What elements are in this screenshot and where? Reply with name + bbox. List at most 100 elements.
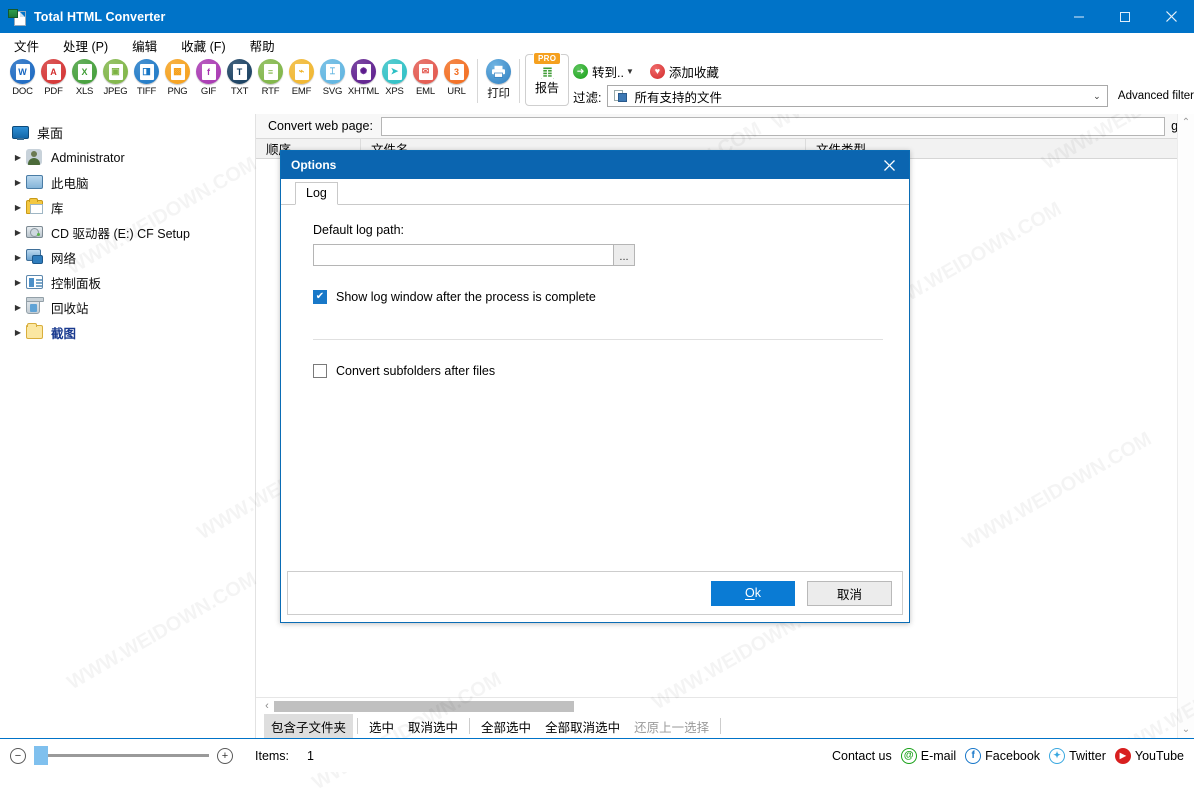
convert-to-gif[interactable]: f GIF bbox=[193, 57, 224, 97]
ok-button[interactable]: Ok bbox=[711, 580, 795, 606]
dialog-tab-log[interactable]: Log bbox=[295, 182, 338, 205]
convert-to-svg[interactable]: ⌶ SVG bbox=[317, 57, 348, 97]
expand-arrow-icon[interactable]: ▶ bbox=[10, 228, 26, 237]
twitter-icon: ✦ bbox=[1049, 747, 1066, 764]
zoom-slider-thumb[interactable] bbox=[34, 746, 48, 765]
minimize-button[interactable] bbox=[1056, 0, 1102, 33]
dialog-divider bbox=[313, 339, 883, 340]
convert-to-jpeg[interactable]: ▣ JPEG bbox=[100, 57, 131, 97]
browse-log-path-button[interactable]: ... bbox=[613, 244, 635, 266]
goto-button[interactable]: ➜ 转到.. ▼ bbox=[573, 62, 634, 81]
toolbar-separator-1 bbox=[477, 59, 478, 103]
report-label: 报告 bbox=[534, 81, 559, 95]
tree-item-cd-drive[interactable]: ▶ CD 驱动器 (E:) CF Setup bbox=[0, 220, 255, 245]
expand-arrow-icon[interactable]: ▶ bbox=[10, 278, 26, 287]
cancel-button[interactable]: 取消 bbox=[807, 580, 892, 606]
folder-tree-sidebar: 桌面 ▶ Administrator ▶ 此电脑 ▶ 库 ▶ CD 驱动器 (E:) CF Se… bbox=[0, 114, 256, 738]
menu-favorites[interactable]: 收藏 (F) bbox=[179, 34, 227, 57]
select-all-button[interactable]: 全部选中 bbox=[474, 714, 538, 739]
zoom-in-button[interactable]: + bbox=[217, 747, 233, 764]
zoom-slider[interactable] bbox=[34, 746, 209, 765]
hscroll-track[interactable] bbox=[274, 700, 1176, 712]
scroll-up-icon[interactable]: ⌃ bbox=[1182, 117, 1190, 128]
convert-to-doc[interactable]: W DOC bbox=[7, 57, 38, 97]
add-favorite-button[interactable]: ♥ 添加收藏 bbox=[649, 62, 719, 81]
convert-to-url[interactable]: 3 URL bbox=[441, 57, 472, 97]
show-log-window-checkbox[interactable] bbox=[313, 290, 327, 304]
menu-edit[interactable]: 编辑 bbox=[130, 34, 159, 57]
expand-arrow-icon[interactable]: ▶ bbox=[10, 253, 26, 262]
restore-previous-selection-button[interactable]: 还原上一选择 bbox=[627, 714, 716, 739]
deselect-button[interactable]: 取消选中 bbox=[401, 714, 465, 739]
vertical-scrollbar[interactable]: ⌃ ⌄ bbox=[1177, 114, 1194, 738]
dialog-body: Default log path: ... Show log window af… bbox=[281, 205, 909, 571]
convert-to-xls[interactable]: X XLS bbox=[69, 57, 100, 97]
email-link[interactable]: @ E-mail bbox=[900, 747, 956, 764]
tree-item-control-panel[interactable]: ▶ 控制面板 bbox=[0, 270, 255, 295]
convert-subfolders-checkbox[interactable] bbox=[313, 364, 327, 378]
show-log-window-label: Show log window after the process is com… bbox=[336, 290, 596, 304]
close-button[interactable] bbox=[1148, 0, 1194, 33]
tree-item-recycle-bin[interactable]: ▶ 回收站 bbox=[0, 295, 255, 320]
convert-web-page-input[interactable] bbox=[380, 116, 1166, 136]
format-glyph: ≡ bbox=[263, 63, 278, 80]
tree-item-this-pc[interactable]: ▶ 此电脑 bbox=[0, 170, 255, 195]
tree-item-library[interactable]: ▶ 库 bbox=[0, 195, 255, 220]
social-links: Contact us @ E-mail f Facebook ✦ Twitter… bbox=[832, 747, 1184, 764]
filter-label: 过滤: bbox=[573, 90, 602, 105]
expand-arrow-icon[interactable]: ▶ bbox=[10, 328, 26, 337]
tree-item-screenshots[interactable]: ▶ 截图 bbox=[0, 320, 255, 345]
convert-subfolders-label: Convert subfolders after files bbox=[336, 364, 496, 378]
convert-to-pdf[interactable]: A PDF bbox=[38, 57, 69, 97]
tree-item-desktop[interactable]: 桌面 bbox=[0, 120, 255, 145]
format-glyph: A bbox=[46, 63, 61, 80]
convert-to-png[interactable]: ▩ PNG bbox=[162, 57, 193, 97]
select-button[interactable]: 选中 bbox=[362, 714, 401, 739]
convert-subfolders-row[interactable]: Convert subfolders after files bbox=[313, 364, 883, 378]
file-filter-icon bbox=[614, 89, 628, 103]
convert-to-png-icon: ▩ bbox=[165, 59, 190, 84]
hscroll-thumb[interactable] bbox=[274, 700, 574, 712]
menu-process[interactable]: 处理 (P) bbox=[61, 34, 110, 57]
convert-to-tiff[interactable]: ◨ TIFF bbox=[131, 57, 162, 97]
filter-dropdown[interactable]: 所有支持的文件 ⌄ bbox=[607, 85, 1108, 107]
maximize-button[interactable] bbox=[1102, 0, 1148, 33]
log-path-input[interactable] bbox=[313, 244, 613, 266]
youtube-link[interactable]: ▶ YouTube bbox=[1114, 747, 1184, 764]
convert-to-xps[interactable]: ➤ XPS bbox=[379, 57, 410, 97]
convert-to-doc-label: DOC bbox=[12, 86, 33, 97]
format-glyph: ✺ bbox=[356, 63, 371, 80]
twitter-link[interactable]: ✦ Twitter bbox=[1049, 747, 1106, 764]
convert-to-rtf[interactable]: ≡ RTF bbox=[255, 57, 286, 97]
scroll-left-icon[interactable]: ‹ bbox=[260, 700, 274, 712]
menu-help[interactable]: 帮助 bbox=[248, 34, 277, 57]
convert-to-png-label: PNG bbox=[167, 86, 188, 97]
contact-us-link[interactable]: Contact us bbox=[832, 749, 892, 763]
convert-to-xps-label: XPS bbox=[385, 86, 404, 97]
dialog-close-button[interactable] bbox=[875, 152, 903, 178]
advanced-filter-link[interactable]: Advanced filter bbox=[1114, 90, 1194, 102]
zoom-out-button[interactable]: − bbox=[10, 747, 26, 764]
tree-item-network[interactable]: ▶ 网络 bbox=[0, 245, 255, 270]
convert-to-txt[interactable]: T TXT bbox=[224, 57, 255, 97]
tree-item-label: 库 bbox=[51, 202, 64, 216]
menu-file[interactable]: 文件 bbox=[12, 34, 41, 57]
convert-to-emf[interactable]: ⌁ EMF bbox=[286, 57, 317, 97]
facebook-link[interactable]: f Facebook bbox=[965, 747, 1040, 764]
tree-item-administrator[interactable]: ▶ Administrator bbox=[0, 145, 255, 170]
convert-to-eml[interactable]: ✉ EML bbox=[410, 57, 441, 97]
expand-arrow-icon[interactable]: ▶ bbox=[10, 178, 26, 187]
convert-to-xhtml[interactable]: ✺ XHTML bbox=[348, 57, 379, 97]
horizontal-scrollbar[interactable]: ‹ › bbox=[256, 697, 1194, 714]
show-log-window-row[interactable]: Show log window after the process is com… bbox=[313, 290, 883, 304]
report-button[interactable]: PRO 报告 bbox=[525, 52, 569, 106]
expand-arrow-icon[interactable]: ▶ bbox=[10, 153, 26, 162]
scroll-down-icon[interactable]: ⌄ bbox=[1182, 724, 1190, 735]
format-glyph: ✉ bbox=[418, 63, 433, 80]
include-subfolders-button[interactable]: 包含子文件夹 bbox=[264, 713, 354, 739]
expand-arrow-icon[interactable]: ▶ bbox=[10, 303, 26, 312]
deselect-all-button[interactable]: 全部取消选中 bbox=[538, 714, 627, 739]
print-button[interactable]: 打印 bbox=[483, 57, 514, 101]
expand-arrow-icon[interactable]: ▶ bbox=[10, 203, 26, 212]
convert-to-rtf-icon: ≡ bbox=[258, 59, 283, 84]
